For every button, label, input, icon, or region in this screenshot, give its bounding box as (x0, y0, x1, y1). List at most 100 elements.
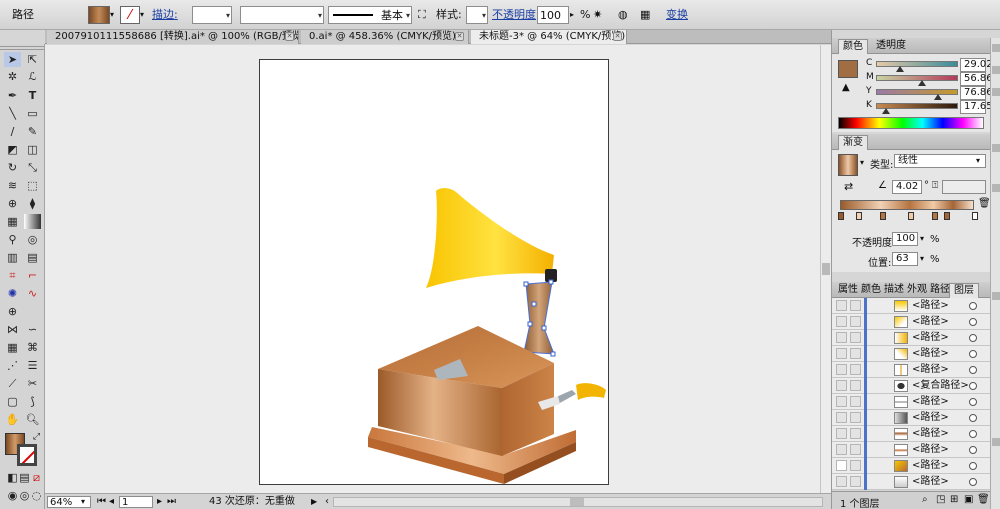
panel-grip[interactable] (0, 46, 45, 50)
eraser-tool-icon[interactable]: ◫ (24, 142, 41, 157)
tab-transparency[interactable]: 透明度 (872, 39, 910, 54)
dock-scrollbar[interactable] (990, 38, 1000, 509)
tab-document-2[interactable]: 0.ai* @ 458.36% (CMYK/预览) ✕ (301, 30, 469, 44)
layer-row[interactable]: <路径> (832, 394, 990, 410)
blend-tool-icon[interactable]: ◎ (24, 232, 41, 247)
artboard-tool-icon[interactable]: ⌗ (4, 268, 21, 283)
column-graph-tool-icon[interactable]: ▥ (4, 250, 21, 265)
gradient-stop[interactable] (880, 212, 886, 220)
gradient-stop[interactable] (838, 212, 844, 220)
channel-value[interactable]: 76.86 (960, 86, 993, 100)
dock-icon-1[interactable] (992, 44, 1000, 52)
gradient-angle-input[interactable]: 4.02 (892, 180, 922, 194)
pencil-tool-icon[interactable]: ✎ (24, 124, 41, 139)
zoom-tool-icon[interactable]: 🔍︎ (24, 412, 41, 427)
eyedropper-tool-icon[interactable]: ⚲ (4, 232, 21, 247)
lock-toggle[interactable] (850, 332, 861, 343)
direct-selection-tool-icon[interactable]: ⇱ (24, 52, 41, 67)
gradient-stop[interactable] (944, 212, 950, 220)
tab-color[interactable]: 颜色 (838, 39, 868, 54)
fill-swatch[interactable] (88, 6, 110, 24)
gradient-stop[interactable] (932, 212, 938, 220)
scroll-thumb[interactable] (570, 498, 584, 506)
type-tool-icon[interactable]: T (24, 88, 41, 103)
layer-row[interactable]: <路径> (832, 426, 990, 442)
visibility-toggle[interactable] (836, 316, 847, 327)
locate-object-icon[interactable]: ⌕ (922, 494, 928, 505)
close-icon[interactable]: ✕ (455, 32, 464, 41)
color-spectrum[interactable] (838, 117, 984, 129)
target-icon[interactable] (969, 398, 977, 406)
status-menu-icon[interactable]: ▶ (311, 496, 317, 508)
lock-toggle[interactable] (850, 428, 861, 439)
shape-tool-icon[interactable]: ⌘ (24, 340, 41, 355)
width-tool-icon[interactable]: ∿ (24, 286, 41, 301)
visibility-toggle[interactable] (836, 428, 847, 439)
close-icon[interactable]: ✕ (613, 32, 622, 41)
visibility-toggle[interactable] (836, 476, 847, 487)
target-icon[interactable] (969, 350, 977, 358)
lock-toggle[interactable] (850, 396, 861, 407)
layer-row[interactable]: <路径> (832, 298, 990, 314)
gradient-preview[interactable] (838, 154, 858, 176)
target-icon[interactable] (969, 382, 977, 390)
target-icon[interactable] (969, 462, 977, 470)
visibility-toggle[interactable] (836, 460, 847, 471)
page-select[interactable]: 1 (119, 496, 153, 508)
layer-row[interactable]: <路径> (832, 314, 990, 330)
transform-label[interactable]: 变换 (666, 6, 688, 24)
gradient-ramp[interactable] (840, 200, 974, 210)
symbol-sprayer-tool-icon[interactable]: ▦ (4, 214, 21, 229)
tab-layers[interactable]: 图层 (949, 283, 979, 298)
fill-dropdown-icon[interactable]: ▾ (110, 6, 114, 24)
live-paint-tool-icon[interactable]: ✺ (4, 286, 21, 301)
lock-toggle[interactable] (850, 444, 861, 455)
target-icon[interactable] (969, 302, 977, 310)
variable-width-select[interactable]: ▾ (240, 6, 324, 24)
canvas-horizontal-scrollbar[interactable] (333, 497, 823, 507)
lock-toggle[interactable] (850, 300, 861, 311)
lock-toggle[interactable] (850, 364, 861, 375)
channel-slider[interactable] (876, 75, 958, 81)
chevron-down-icon[interactable]: ▾ (976, 156, 980, 165)
layer-row[interactable]: <路径> (832, 474, 990, 490)
rotate-tool-icon[interactable]: ↻ (4, 160, 21, 175)
target-icon[interactable] (969, 366, 977, 374)
scissors-tool-icon[interactable]: ✂ (24, 376, 41, 391)
dock-icon-7[interactable] (992, 438, 1000, 446)
color-swatch[interactable] (838, 60, 858, 78)
style-select[interactable]: ▾ (466, 6, 488, 24)
reverse-gradient-icon[interactable]: ⇄ (844, 180, 853, 193)
magic-wand-tool-icon[interactable]: ✲ (4, 69, 21, 84)
target-icon[interactable] (969, 446, 977, 454)
opacity-arrow-icon[interactable]: ▸ (570, 6, 574, 24)
gradient-opacity-input[interactable]: 100 (892, 232, 918, 246)
knife-tool-icon[interactable]: ⟋ (4, 376, 21, 391)
lock-toggle[interactable] (850, 380, 861, 391)
free-transform-tool-icon[interactable]: ⬚ (24, 178, 41, 193)
hscroll-left-icon[interactable]: ‹ (325, 496, 329, 508)
list-icon[interactable]: ☰ (24, 358, 41, 373)
aspect-ratio-icon[interactable]: ⍐ (932, 180, 938, 191)
gradient-type-select[interactable]: 线性 (894, 154, 986, 168)
layer-row[interactable]: <路径> (832, 362, 990, 378)
shape-options-icon[interactable]: ⛶ (418, 6, 426, 24)
lock-toggle[interactable] (850, 460, 861, 471)
selection-tool-icon[interactable]: ➤ (4, 52, 21, 67)
target-icon[interactable] (969, 430, 977, 438)
opacity-input[interactable]: 100 (537, 6, 569, 24)
layer-row[interactable]: <路径> (832, 458, 990, 474)
none-mode-icon[interactable]: ⧄ (28, 470, 45, 485)
pipette-tool-icon[interactable]: ⟆ (24, 394, 41, 409)
line-tool-icon[interactable]: ╲ (4, 106, 21, 121)
slice-tool-icon[interactable]: ⌐ (24, 268, 41, 283)
perspective-grid-tool-icon[interactable]: ⧫ (24, 196, 41, 211)
canvas-area[interactable] (45, 45, 820, 493)
stroke-swatch[interactable]: ⁄ (120, 6, 140, 24)
dock-icon-4[interactable] (992, 144, 1000, 152)
tab-document-1[interactable]: 2007910111558686 [转换].ai* @ 100% (RGB/预览… (47, 30, 299, 44)
canvas-vertical-scrollbar[interactable] (820, 45, 831, 493)
channel-value[interactable]: 17.65 (960, 100, 993, 114)
scroll-thumb[interactable] (822, 263, 830, 275)
next-page-icon[interactable]: ▸ (157, 496, 162, 508)
